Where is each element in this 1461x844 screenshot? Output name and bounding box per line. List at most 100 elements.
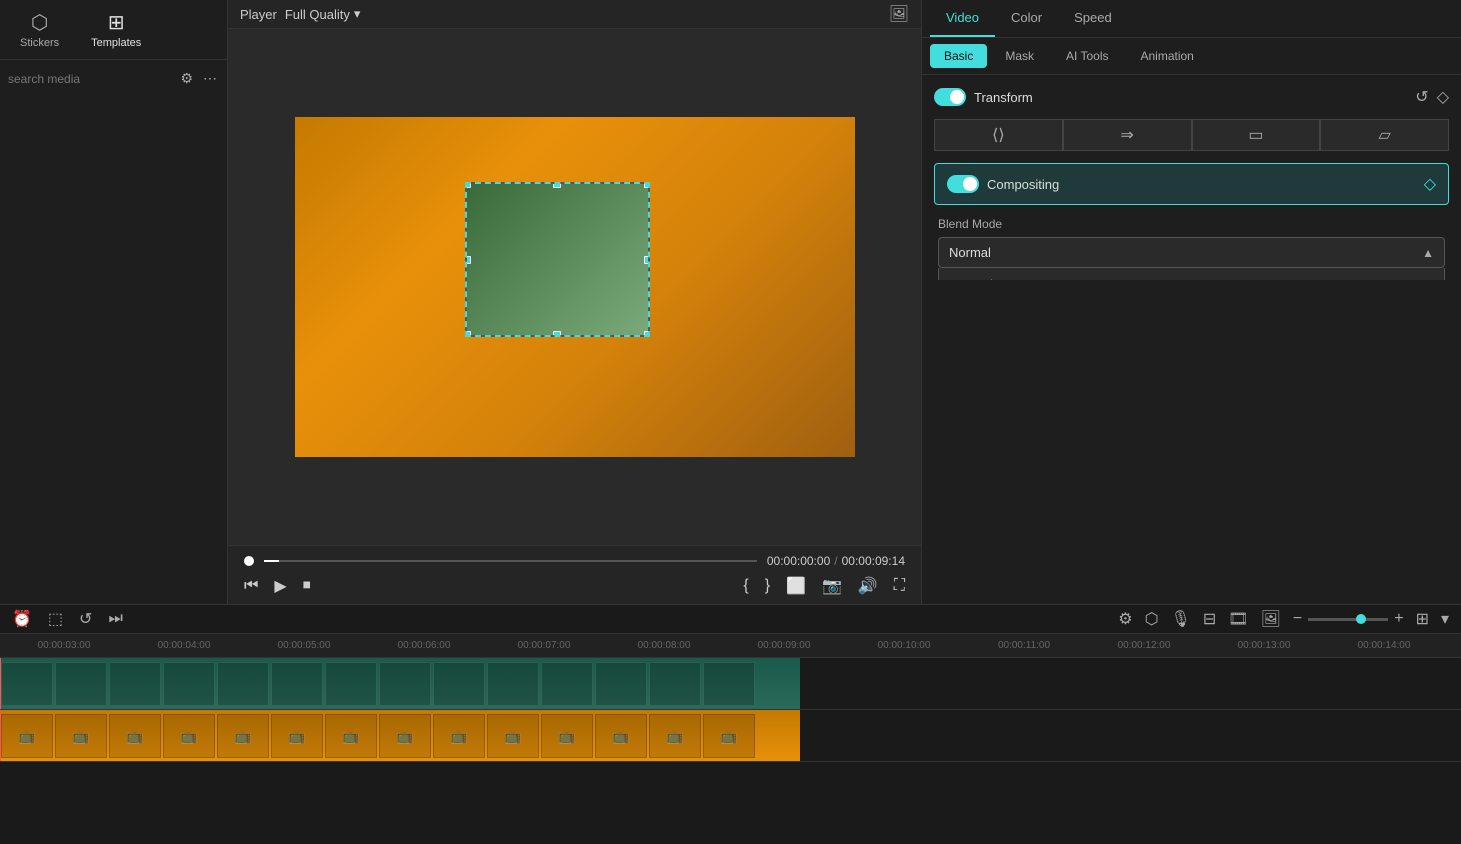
blend-mode-dropdown-list: Normal Darken Multiply Color Burn Linear — [938, 268, 1445, 280]
mark-out-button[interactable]: } — [765, 576, 770, 596]
more-icon[interactable]: ⋯ — [201, 68, 219, 89]
volume-button[interactable]: 🔊 — [858, 576, 878, 596]
film-frame-11 — [595, 662, 647, 706]
blend-option-normal[interactable]: Normal — [939, 268, 1444, 280]
handle-bot-right[interactable] — [644, 331, 650, 337]
track-row-2: 📺 📺 📺 📺 📺 📺 📺 📺 📺 📺 📺 📺 📺 📺 — [0, 710, 1461, 762]
blend-mode-dropdown[interactable]: Normal ▲ — [938, 237, 1445, 268]
blend-mode-label: Blend Mode — [938, 217, 1445, 231]
player-header: Player Full Quality ▾ 🖼 — [228, 0, 921, 29]
tab-video[interactable]: Video — [930, 0, 995, 37]
video-frame — [295, 117, 855, 457]
fullscreen-button[interactable]: ⛶ — [894, 576, 905, 596]
handle-bot-center[interactable] — [553, 331, 561, 337]
film-frame-4 — [217, 662, 269, 706]
blend-mode-selected-value: Normal — [949, 245, 991, 260]
chevron-icon[interactable]: ▾ — [1441, 609, 1449, 629]
orange-frame-9: 📺 — [487, 714, 539, 758]
screen-button[interactable]: ⬜ — [786, 576, 806, 596]
compositing-toggle[interactable] — [947, 175, 979, 193]
progress-fill — [264, 560, 279, 562]
zoom-thumb — [1356, 614, 1366, 624]
compositing-keyframe-button[interactable]: ◇ — [1424, 174, 1436, 194]
shape-btn-1[interactable]: ⇒ — [1063, 119, 1192, 151]
left-sidebar: ⬡ Stickers ⊞ Templates search media ⚙ ⋯ — [0, 0, 228, 604]
shield-icon[interactable]: ⬡ — [1145, 609, 1159, 629]
grid-view-icon[interactable]: ⊞ — [1416, 609, 1429, 629]
chevron-up-icon: ▲ — [1422, 246, 1434, 260]
subtab-basic[interactable]: Basic — [930, 44, 987, 68]
subtab-animation-label: Animation — [1140, 49, 1193, 63]
handle-top-left[interactable] — [465, 182, 471, 188]
photo-icon[interactable]: 🖼 — [889, 4, 909, 24]
prev-button[interactable]: ⏮ — [244, 577, 258, 595]
handle-mid-right[interactable] — [644, 256, 650, 264]
film-frame-1 — [55, 662, 107, 706]
handle-mid-left[interactable] — [465, 256, 471, 264]
orange-frame-7: 📺 — [379, 714, 431, 758]
subtab-mask-label: Mask — [1005, 49, 1034, 63]
handle-top-right[interactable] — [644, 182, 650, 188]
picture-icon[interactable]: 🖼 — [1261, 609, 1281, 629]
filter-icon[interactable]: ⚙ — [178, 68, 195, 89]
time-current: 00:00:00:00 — [767, 554, 830, 568]
transform-shapes: ⟨⟩ ⇒ ▭ ▱ — [934, 119, 1449, 151]
subtab-ai-tools[interactable]: AI Tools — [1052, 44, 1122, 68]
shape-btn-3[interactable]: ▱ — [1320, 119, 1449, 151]
transform-keyframe-button[interactable]: ◇ — [1437, 87, 1449, 107]
shape-btn-0[interactable]: ⟨⟩ — [934, 119, 1063, 151]
search-placeholder-text: search media — [8, 72, 172, 86]
timeline-ruler: 00:00:03:00 00:00:04:00 00:00:05:00 00:0… — [0, 634, 1461, 658]
shape-btn-2[interactable]: ▭ — [1192, 119, 1321, 151]
sidebar-tab-templates[interactable]: ⊞ Templates — [79, 4, 153, 55]
timeline-tool-clock[interactable]: ⏰ — [12, 609, 32, 629]
ruler-tick-7: 00:00:10:00 — [844, 640, 964, 651]
right-subtabs: Basic Mask AI Tools Animation — [922, 38, 1461, 75]
right-controls: { } ⬜ 📷 🔊 ⛶ — [743, 576, 905, 596]
handle-bot-left[interactable] — [465, 331, 471, 337]
blend-mode-dropdown-container: Normal ▲ Normal Darken Multiply — [938, 237, 1445, 268]
handle-top-center[interactable] — [553, 182, 561, 188]
video-inner-content — [467, 184, 648, 335]
zoom-in-button[interactable]: + — [1394, 610, 1403, 628]
settings-icon[interactable]: ⚙ — [1118, 609, 1132, 629]
orange-frame-11: 📺 — [595, 714, 647, 758]
progress-track[interactable] — [264, 560, 757, 562]
quality-value: Full Quality — [285, 7, 350, 22]
player-label: Player — [240, 7, 277, 22]
film-frame-7 — [379, 662, 431, 706]
track-film-1[interactable] — [0, 658, 800, 710]
tab-color[interactable]: Color — [995, 0, 1058, 37]
tracks-icon[interactable]: ⊟ — [1203, 609, 1216, 629]
subtab-animation[interactable]: Animation — [1126, 44, 1207, 68]
film-icon[interactable]: 🎞 — [1228, 609, 1248, 629]
tab-speed-label: Speed — [1074, 10, 1112, 25]
track-film-2[interactable]: 📺 📺 📺 📺 📺 📺 📺 📺 📺 📺 📺 📺 📺 📺 — [0, 710, 800, 762]
progress-dot[interactable] — [244, 556, 254, 566]
play-button[interactable]: ▶ — [274, 576, 286, 596]
ruler-tick-10: 00:00:13:00 — [1204, 640, 1324, 651]
film-frame-9 — [487, 662, 539, 706]
screenshot-button[interactable]: 📷 — [822, 576, 842, 596]
embedded-video-box[interactable] — [465, 182, 650, 337]
ruler-tick-3: 00:00:06:00 — [364, 640, 484, 651]
playback-controls: ⏮ ▶ ⏹ { } ⬜ 📷 🔊 ⛶ — [244, 576, 905, 596]
timeline-tool-frame[interactable]: ⬚ — [48, 609, 63, 629]
zoom-out-button[interactable]: − — [1293, 610, 1302, 628]
transform-reset-button[interactable]: ↺ — [1415, 87, 1428, 107]
transform-toggle[interactable] — [934, 88, 966, 106]
sidebar-tab-stickers[interactable]: ⬡ Stickers — [8, 4, 71, 55]
tab-speed[interactable]: Speed — [1058, 0, 1128, 37]
film-frame-8 — [433, 662, 485, 706]
timeline-tool-rotate[interactable]: ↺ — [79, 609, 92, 629]
ruler-tick-0: 00:00:03:00 — [4, 640, 124, 651]
stop-button[interactable]: ⏹ — [303, 577, 311, 595]
quality-dropdown[interactable]: Full Quality ▾ — [285, 6, 361, 22]
subtab-mask[interactable]: Mask — [991, 44, 1048, 68]
zoom-track[interactable] — [1308, 618, 1388, 621]
timeline-tool-next[interactable]: ⏭ — [108, 610, 122, 628]
film-frame-5 — [271, 662, 323, 706]
templates-label: Templates — [91, 37, 141, 49]
mic-icon[interactable]: 🎙 — [1171, 609, 1191, 629]
mark-in-button[interactable]: { — [743, 576, 748, 596]
